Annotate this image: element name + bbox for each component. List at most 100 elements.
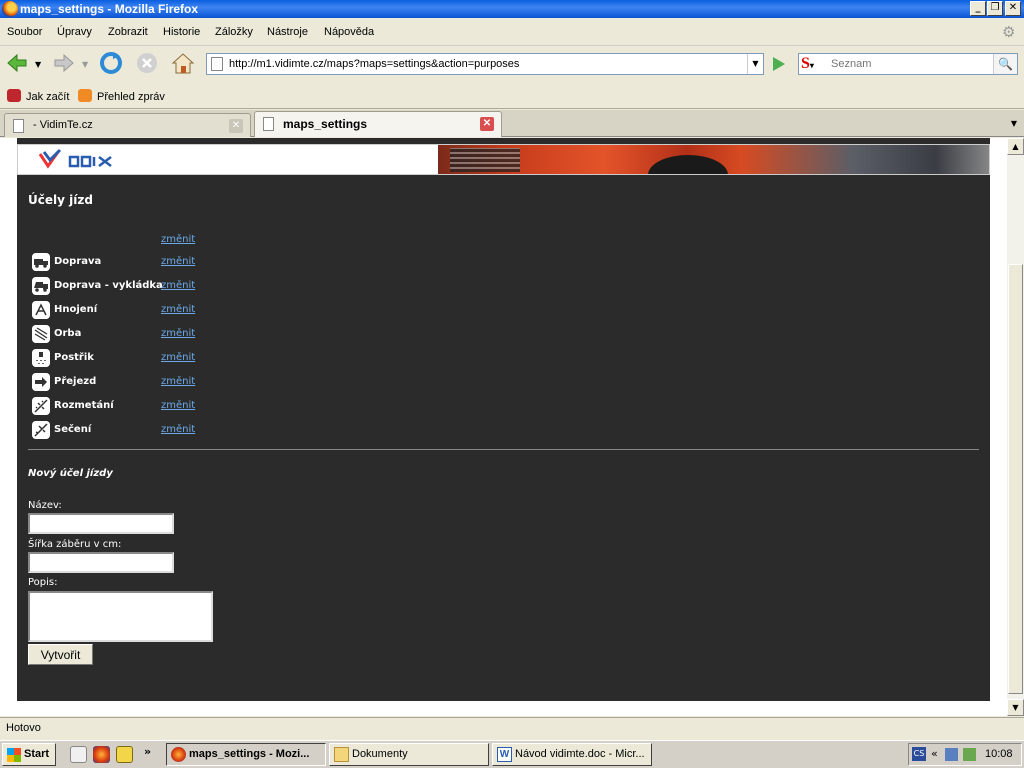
stop-icon <box>137 53 157 73</box>
change-link[interactable]: změnit <box>161 256 195 267</box>
back-history-dropdown-icon[interactable]: ▼ <box>35 60 41 69</box>
system-tray: CS « 10:08 <box>908 743 1022 766</box>
menu-upravy[interactable]: Úpravy <box>57 26 92 38</box>
change-link[interactable]: změnit <box>161 352 195 363</box>
more-quicklaunch-icon[interactable]: » <box>144 745 151 758</box>
header-banner <box>17 144 990 175</box>
scroll-thumb[interactable] <box>1008 264 1023 694</box>
taskbar-button-firefox[interactable]: maps_settings - Mozi... <box>166 743 326 766</box>
tab-maps-settings[interactable]: maps_settings ✕ <box>254 111 502 137</box>
forward-arrow-icon <box>54 53 74 73</box>
list-item: Rozmetání změnit <box>30 396 230 418</box>
change-link[interactable]: změnit <box>161 376 195 387</box>
tray-expand-icon[interactable]: « <box>931 747 938 760</box>
back-button[interactable] <box>5 51 29 75</box>
url-dropdown-icon[interactable]: ▼ <box>747 54 763 74</box>
change-link[interactable]: změnit <box>161 304 195 315</box>
forward-history-dropdown-icon[interactable]: ▼ <box>82 60 88 69</box>
tab-close-icon[interactable]: ✕ <box>480 117 494 131</box>
bookmarks-bar: Jak začít Přehled zpráv <box>0 82 1024 109</box>
stop-button[interactable] <box>135 51 159 75</box>
language-icon[interactable]: CS <box>912 747 926 761</box>
forward-button[interactable] <box>52 51 76 75</box>
tray-app-icon[interactable] <box>963 748 976 761</box>
tab-list-dropdown-icon[interactable]: ▼ <box>1006 115 1022 133</box>
search-icon[interactable]: 🔍 <box>993 54 1017 74</box>
menu-zobrazit[interactable]: Zobrazit <box>108 26 148 38</box>
mowing-icon <box>32 421 50 439</box>
arrow-right-icon <box>32 373 50 391</box>
change-link[interactable]: změnit <box>161 400 195 411</box>
taskbar-button-word[interactable]: W Návod vidimte.doc - Micr... <box>492 743 652 766</box>
start-button[interactable]: Start <box>2 743 56 766</box>
window-title: maps_settings - Mozilla Firefox <box>20 2 199 16</box>
change-link[interactable]: změnit <box>161 328 195 339</box>
list-item: změnit <box>30 230 230 252</box>
bookmark-prehled-zprav[interactable]: Přehled zpráv <box>78 89 165 103</box>
firefox-quicklaunch-icon[interactable] <box>93 746 110 763</box>
plowing-icon <box>32 325 50 343</box>
scroll-down-arrow-icon[interactable]: ▼ <box>1007 699 1024 716</box>
scroll-up-arrow-icon[interactable]: ▲ <box>1007 138 1024 155</box>
description-textarea[interactable] <box>28 591 213 642</box>
firefox-icon <box>171 747 186 762</box>
search-input[interactable] <box>831 56 991 72</box>
purpose-name: Hnojení <box>54 304 98 315</box>
menu-napoveda[interactable]: Nápověda <box>324 26 374 38</box>
page-icon <box>263 117 274 131</box>
status-bar: Hotovo <box>0 717 1024 739</box>
go-button[interactable] <box>768 54 788 74</box>
description-label: Popis: <box>28 577 58 588</box>
status-text: Hotovo <box>6 722 41 734</box>
url-input[interactable] <box>229 56 749 72</box>
tab-close-icon[interactable]: ✕ <box>229 119 243 133</box>
page-icon <box>13 119 24 133</box>
purpose-name: Sečení <box>54 424 92 435</box>
name-input[interactable] <box>28 513 174 534</box>
purpose-name: Rozmetání <box>54 400 114 411</box>
fertilizing-icon <box>32 301 50 319</box>
go-arrow-icon <box>773 57 785 71</box>
show-desktop-icon[interactable] <box>70 746 87 763</box>
list-item: Hnojení změnit <box>30 300 230 322</box>
purpose-name: Postřik <box>54 352 94 363</box>
menu-bar: Soubor Úpravy Zobrazit Historie Záložky … <box>0 18 1024 46</box>
new-purpose-heading: Nový účel jízdy <box>28 468 113 479</box>
network-icon[interactable] <box>945 748 958 761</box>
list-item: Postřik změnit <box>30 348 230 370</box>
page-content: Účely jízd změnit Doprava změnit Doprava… <box>0 138 1007 716</box>
close-button[interactable]: ✕ <box>1005 1 1021 16</box>
spraying-icon <box>32 349 50 367</box>
minimize-button[interactable]: _ <box>970 1 986 16</box>
menu-zalozky[interactable]: Záložky <box>215 26 253 38</box>
bookmark-jak-zacit[interactable]: Jak začít <box>7 89 69 103</box>
change-link[interactable]: změnit <box>161 234 195 245</box>
change-link[interactable]: změnit <box>161 280 195 291</box>
list-item: Orba změnit <box>30 324 230 346</box>
app-quicklaunch-icon[interactable] <box>116 746 133 763</box>
page-title: Účely jízd <box>28 193 93 207</box>
tab-vidimte[interactable]: - VidimTe.cz ✕ <box>4 113 251 137</box>
rss-icon <box>78 89 92 102</box>
settings-page: Účely jízd změnit Doprava změnit Doprava… <box>17 138 990 701</box>
taskbar-button-dokumenty[interactable]: Dokumenty <box>329 743 489 766</box>
bookmark-icon <box>7 89 21 102</box>
menu-historie[interactable]: Historie <box>163 26 200 38</box>
menu-nastroje[interactable]: Nástroje <box>267 26 308 38</box>
list-item: Přejezd změnit <box>30 372 230 394</box>
width-input[interactable] <box>28 552 174 573</box>
folder-icon <box>334 747 349 762</box>
search-box[interactable]: S▾ 🔍 <box>798 53 1018 75</box>
url-bar[interactable]: ▼ <box>206 53 764 75</box>
windows-logo-icon <box>7 748 21 762</box>
menu-soubor[interactable]: Soubor <box>7 26 42 38</box>
home-button[interactable] <box>171 51 195 75</box>
search-engine-icon[interactable]: S▾ <box>801 55 827 73</box>
vertical-scrollbar[interactable]: ▲ ▼ <box>1007 138 1024 716</box>
purpose-name: Doprava - vykládka <box>54 280 163 291</box>
reload-button[interactable] <box>99 51 123 75</box>
maximize-button[interactable]: ❐ <box>987 1 1003 16</box>
truck-photo <box>438 145 989 174</box>
change-link[interactable]: změnit <box>161 424 195 435</box>
create-button[interactable]: Vytvořit <box>28 644 93 665</box>
